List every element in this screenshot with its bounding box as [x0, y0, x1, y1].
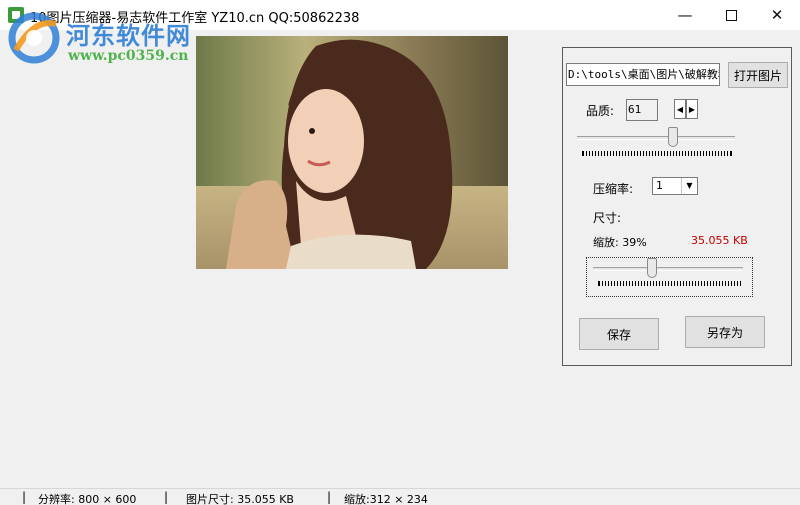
quality-input[interactable]: 61 [626, 99, 658, 121]
dropdown-arrow-icon: ▼ [681, 178, 697, 194]
quality-label: 品质: [586, 104, 615, 118]
watermark: 河东软件网 www.pc0359.cn [2, 6, 222, 68]
image-preview [196, 36, 508, 269]
status-scaled-size: 缩放:312 × 234 [344, 493, 428, 505]
scale-label: 缩放: 39% [593, 236, 647, 249]
watermark-logo-icon [8, 12, 60, 64]
compression-ratio-label: 压缩率: [593, 182, 634, 196]
scale-slider-thumb[interactable] [646, 258, 657, 278]
status-resolution: 分辨率: 800 × 600 [38, 493, 137, 505]
quality-slider-thumb[interactable] [668, 127, 679, 147]
compression-ratio-value: 1 [656, 179, 663, 192]
spin-left-icon: ◀ [676, 104, 684, 114]
save-button[interactable]: 保存 [579, 318, 659, 350]
open-image-button[interactable]: 打开图片 [728, 62, 788, 88]
compression-ratio-select[interactable]: 1 ▼ [652, 177, 698, 195]
size-label: 尺寸: [593, 211, 622, 225]
status-separator: | [164, 490, 169, 504]
quality-slider-ticks [582, 151, 732, 156]
spin-right-button[interactable]: ▶ [686, 99, 698, 119]
minimize-icon: — [677, 6, 693, 24]
close-button[interactable]: ✕ [754, 0, 800, 30]
watermark-name: 河东软件网 [66, 22, 191, 50]
status-separator: | [22, 490, 27, 504]
spin-left-button[interactable]: ◀ [674, 99, 686, 119]
scale-slider-track[interactable] [593, 267, 743, 271]
preview-photo [196, 36, 508, 269]
spin-right-icon: ▶ [688, 104, 696, 114]
file-path-field[interactable]: D:\tools\桌面\图片\破解教程 [566, 63, 720, 86]
quality-slider-track[interactable] [577, 136, 735, 140]
status-separator: | [327, 490, 332, 504]
status-bar: | 分辨率: 800 × 600 | 图片尺寸: 35.055 KB | 缩放:… [0, 488, 800, 505]
control-panel: D:\tools\桌面\图片\破解教程 打开图片 品质: 61 ◀ ▶ 压缩率:… [562, 47, 792, 366]
maximize-button[interactable] [708, 0, 754, 30]
status-file-size: 图片尺寸: 35.055 KB [186, 493, 294, 505]
watermark-url: www.pc0359.cn [68, 48, 189, 64]
save-as-button[interactable]: 另存为 [685, 316, 765, 348]
result-size-text: 35.055 KB [691, 234, 748, 247]
minimize-button[interactable]: — [662, 0, 708, 30]
close-icon: ✕ [770, 6, 784, 24]
maximize-icon [725, 9, 737, 21]
scale-slider-ticks [598, 281, 741, 286]
scale-slider-group [586, 257, 753, 297]
